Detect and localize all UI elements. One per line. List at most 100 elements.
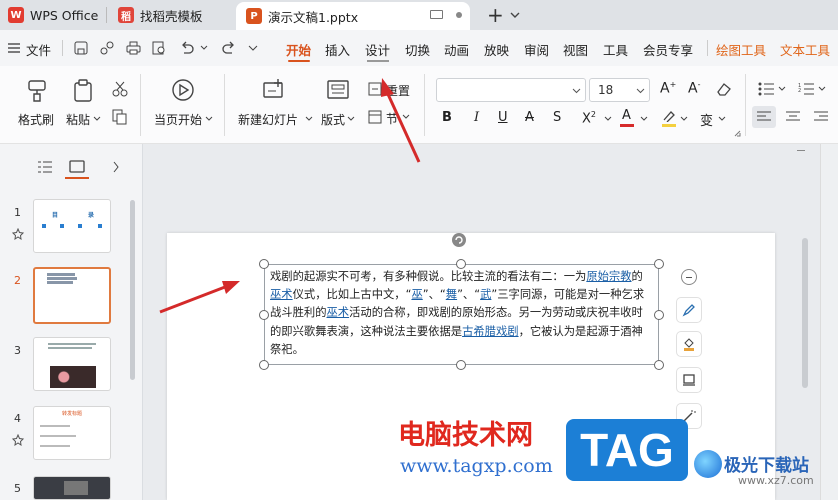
phonetic-icon[interactable]: 变 — [700, 110, 713, 129]
hyperlink[interactable]: 原始宗教 — [586, 270, 631, 283]
hyperlink[interactable]: 舞 — [446, 288, 457, 301]
paste-button[interactable]: 粘贴 — [66, 111, 90, 128]
slide-thumbnail-2[interactable] — [33, 267, 111, 324]
paste-icon[interactable] — [72, 79, 94, 103]
resize-handle[interactable] — [654, 310, 664, 320]
hyperlink[interactable]: 巫术 — [270, 288, 293, 301]
reset-icon[interactable] — [368, 82, 382, 96]
tab-wps-office[interactable]: W WPS Office — [8, 0, 98, 30]
menu-tab-insert[interactable]: 插入 — [325, 40, 350, 59]
resize-handle[interactable] — [259, 360, 269, 370]
undo-dropdown-icon[interactable] — [200, 45, 208, 51]
font-color-dropdown-icon[interactable] — [640, 116, 648, 122]
bullet-list-icon[interactable] — [758, 82, 774, 96]
fill-button[interactable] — [676, 331, 702, 357]
slide-thumbnail-4[interactable]: 转发标题 — [33, 406, 111, 460]
highlight-dropdown-icon[interactable] — [680, 116, 688, 122]
hyperlink[interactable]: 巫 — [411, 288, 422, 301]
hyperlink[interactable]: 武 — [480, 288, 491, 301]
reset-button[interactable]: 重置 — [386, 82, 410, 99]
superscript-icon[interactable]: X2 — [582, 110, 596, 126]
menu-tab-animation[interactable]: 动画 — [444, 40, 469, 59]
monitor-icon[interactable] — [430, 10, 443, 19]
section-dropdown-icon[interactable] — [402, 114, 410, 120]
italic-icon[interactable]: I — [474, 110, 479, 125]
menu-tab-text-tools[interactable]: 文本工具 — [780, 40, 830, 59]
slide-thumbnail-5[interactable] — [33, 476, 111, 500]
section-icon[interactable] — [368, 110, 382, 124]
clear-format-icon[interactable] — [716, 82, 732, 96]
star-icon[interactable] — [12, 434, 24, 446]
paste-dropdown-icon[interactable] — [93, 116, 101, 122]
chevron-right-icon[interactable] — [112, 161, 120, 173]
phonetic-dropdown-icon[interactable] — [718, 116, 726, 122]
font-dialog-launcher-icon[interactable] — [734, 130, 741, 137]
numbered-dropdown-icon[interactable] — [818, 86, 826, 92]
save-icon[interactable] — [74, 41, 88, 55]
menu-tab-tools[interactable]: 工具 — [603, 40, 628, 59]
rotate-handle-icon[interactable] — [451, 232, 467, 248]
superscript-dropdown-icon[interactable] — [604, 116, 612, 122]
slide-view-icon[interactable] — [69, 160, 85, 173]
numbered-list-icon[interactable]: 12 — [798, 82, 814, 96]
thumbnail-scrollbar[interactable] — [130, 200, 135, 380]
play-dropdown-icon[interactable] — [205, 116, 213, 122]
quick-access-more-icon[interactable] — [248, 45, 258, 51]
layout-dropdown-icon[interactable] — [347, 116, 355, 122]
new-slide-button[interactable]: 新建幻灯片 — [238, 111, 298, 128]
hamburger-menu-icon[interactable] — [8, 43, 20, 53]
format-painter-icon[interactable] — [26, 79, 48, 103]
shape-style-button[interactable] — [676, 297, 702, 323]
menu-file[interactable]: 文件 — [26, 40, 51, 59]
copy-icon[interactable] — [112, 109, 128, 125]
resize-handle[interactable] — [654, 259, 664, 269]
highlight-icon[interactable] — [662, 110, 676, 122]
increase-font-icon[interactable]: A+ — [660, 80, 676, 97]
new-tab-button[interactable]: + — [487, 3, 504, 27]
menu-tab-view[interactable]: 视图 — [563, 40, 588, 59]
link-icon[interactable] — [100, 41, 114, 55]
menu-tab-transition[interactable]: 切换 — [405, 40, 430, 59]
text-box-content[interactable]: 戏剧的起源实不可考，有多种假说。比较主流的看法有二：一为原始宗教的巫术仪式，比如… — [270, 268, 654, 359]
tab-template[interactable]: 稻 找稻壳模板 — [118, 0, 203, 30]
bold-icon[interactable]: B — [442, 110, 452, 125]
menu-tab-review[interactable]: 审阅 — [524, 40, 549, 59]
format-painter-button[interactable]: 格式刷 — [18, 111, 54, 128]
collapse-tools-button[interactable] — [681, 269, 697, 285]
canvas-scrollbar[interactable] — [802, 238, 808, 388]
hyperlink[interactable]: 巫术 — [327, 306, 350, 319]
resize-handle[interactable] — [456, 360, 466, 370]
font-size-select[interactable]: 18 — [589, 78, 650, 102]
cut-icon[interactable] — [112, 81, 128, 97]
section-button[interactable]: 节 — [386, 110, 398, 127]
menu-tab-drawing-tools[interactable]: 绘图工具 — [716, 40, 766, 59]
layout-icon[interactable] — [327, 79, 349, 101]
new-slide-icon[interactable] — [262, 78, 286, 102]
menu-tab-home[interactable]: 开始 — [286, 40, 311, 59]
chevron-down-icon[interactable] — [510, 10, 520, 20]
star-icon[interactable] — [12, 228, 24, 240]
new-slide-dropdown-icon[interactable] — [305, 116, 313, 122]
collapse-ribbon-icon[interactable] — [797, 150, 805, 155]
menu-tab-design[interactable]: 设计 — [365, 40, 390, 59]
decrease-font-icon[interactable]: A- — [688, 80, 700, 97]
layout-button[interactable]: 版式 — [321, 111, 345, 128]
font-name-select[interactable] — [436, 78, 586, 102]
resize-handle[interactable] — [259, 259, 269, 269]
align-center-icon[interactable] — [786, 111, 800, 123]
outline-button[interactable] — [676, 367, 702, 393]
strikethrough-icon[interactable]: A — [525, 110, 534, 125]
undo-icon[interactable] — [180, 41, 194, 55]
align-right-icon[interactable] — [814, 111, 828, 123]
resize-handle[interactable] — [259, 310, 269, 320]
play-from-current-button[interactable]: 当页开始 — [154, 111, 202, 128]
tab-presentation[interactable]: P 演示文稿1.pptx — [236, 2, 470, 30]
slide-thumbnail-1[interactable]: 目 录 — [33, 199, 111, 253]
bullet-dropdown-icon[interactable] — [778, 86, 786, 92]
hyperlink[interactable]: 古希腊戏剧 — [462, 325, 519, 338]
menu-tab-member[interactable]: 会员专享 — [643, 40, 693, 59]
resize-handle[interactable] — [654, 360, 664, 370]
font-color-icon[interactable]: A — [622, 108, 631, 123]
slide-thumbnail-3[interactable] — [33, 337, 111, 391]
redo-icon[interactable] — [222, 41, 236, 55]
